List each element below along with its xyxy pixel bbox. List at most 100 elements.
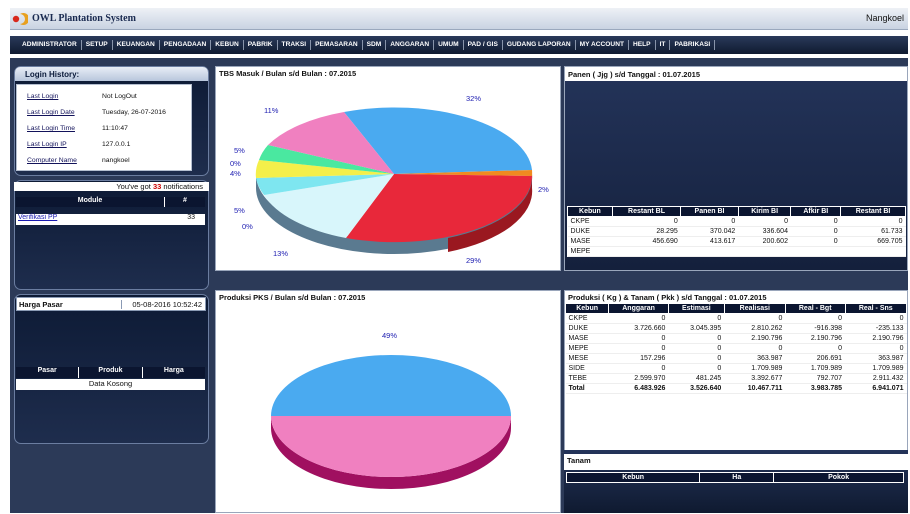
menu-item-help[interactable]: HELP [629, 40, 656, 50]
table-cell: 0 [608, 343, 669, 354]
table-cell: 0 [845, 313, 907, 324]
column-header: Kebun [565, 472, 701, 483]
table-cell: MESE [565, 353, 609, 364]
app-logo-icon [12, 13, 28, 25]
menu-item-it[interactable]: IT [656, 40, 671, 50]
login-row-label: Last Login Date [27, 109, 75, 116]
table-row: DUKE 28.295 370.042 336.604 0 61.733 [567, 226, 906, 237]
title-bar [10, 8, 908, 30]
table-cell: 0 [785, 343, 846, 354]
tanam-section: Tanam Kebun Ha Pokok [564, 450, 908, 513]
column-header: Restant BI [840, 206, 906, 217]
menu-item-pad-gis[interactable]: PAD / GIS [464, 40, 503, 50]
table-cell: 0 [785, 313, 846, 324]
pie-label-2: 2% [538, 185, 549, 194]
table-cell: 336.604 [738, 226, 791, 237]
table-cell: SIDE [565, 363, 609, 374]
produk-column-header: Produk [79, 367, 143, 378]
table-cell: 0 [724, 313, 786, 324]
login-history-title: Login History: [15, 67, 208, 81]
table-header-row: Kebun Anggaran Estimasi Realisasi Real - Bgt… [564, 303, 908, 314]
pie-label-0b: 0% [230, 159, 241, 168]
column-header: Kebun [564, 303, 610, 314]
table-cell: 0 [680, 216, 739, 227]
table-cell: 3.983.785 [785, 383, 846, 394]
menu-item-pemasaran[interactable]: PEMASARAN [311, 40, 363, 50]
table-cell: 0 [845, 343, 907, 354]
table-cell: 2.599.970 [608, 373, 669, 384]
menu-item-kebun[interactable]: KEBUN [211, 40, 244, 50]
module-column-header: Module [16, 197, 165, 207]
column-header: Real - Sns [844, 303, 908, 314]
main-menu: ADMINISTRATOR SETUP KEUANGAN PENGADAAN KEBUN… [10, 36, 908, 54]
table-cell: 0 [738, 216, 791, 227]
menu-item-pabrikasi[interactable]: PABRIKASI [670, 40, 716, 50]
notification-summary: You've got 33 notifications [14, 182, 209, 191]
table-cell: 157.296 [608, 353, 669, 364]
table-row: MESE 157.296 0 363.987 206.691 363.987 [565, 353, 907, 364]
tanam-title: Tanam [564, 454, 908, 470]
table-cell: DUKE [567, 226, 613, 237]
table-cell: 363.987 [845, 353, 907, 364]
user-name[interactable]: Nangkoel [866, 13, 904, 23]
table-cell: 6.483.926 [608, 383, 669, 394]
tbs-chart-panel: TBS Masuk / Bulan s/d Bulan : 07.2015 32… [215, 66, 561, 271]
table-row: MEPE 0 0 0 0 0 [565, 343, 907, 354]
table-cell: 2.190.796 [785, 333, 846, 344]
table-cell: 0 [790, 226, 841, 237]
table-cell: 206.691 [785, 353, 846, 364]
produksi-table: Kebun Anggaran Estimasi Realisasi Real - Bgt… [564, 303, 908, 394]
pks-chart-panel: Produksi PKS / Bulan s/d Bulan : 07.2015… [215, 290, 561, 513]
column-header: Afkir BI [790, 206, 842, 217]
notification-table-header: Module # [16, 197, 205, 207]
column-header: Panen BI [680, 206, 739, 217]
login-row-label: Last Login IP [27, 141, 67, 148]
table-cell: 0 [790, 236, 841, 247]
column-header: Kirim BI [737, 206, 792, 217]
login-row-label: Last Login [27, 93, 59, 100]
table-cell: CKPE [567, 216, 613, 227]
menu-item-anggaran[interactable]: ANGGARAN [386, 40, 435, 50]
table-cell: 0 [668, 343, 725, 354]
column-header: Ha [699, 472, 775, 483]
table-cell: 0 [608, 363, 669, 374]
menu-item-traksi[interactable]: TRAKSI [278, 40, 312, 50]
panen-panel: Panen ( Jjg ) s/d Tanggal : 01.07.2015 K… [564, 66, 908, 271]
table-cell: MEPE [565, 343, 609, 354]
app-title: OWL Plantation System [32, 13, 136, 24]
produksi-title: Produksi ( Kg ) & Tanam ( Pkk ) s/d Tang… [568, 293, 767, 302]
table-cell: 61.733 [840, 226, 906, 237]
pie-label-0a: 0% [242, 222, 253, 231]
pie-label-13: 13% [273, 249, 289, 258]
menu-item-keuangan[interactable]: KEUANGAN [113, 40, 160, 50]
table-cell: MEPE [567, 246, 613, 257]
table-row: DUKE 3.726.660 3.045.395 2.810.262 -916.398-… [565, 323, 907, 334]
menu-item-pengadaan[interactable]: PENGADAAN [160, 40, 212, 50]
table-cell: 2.190.796 [724, 333, 786, 344]
menu-item-my-account[interactable]: MY ACCOUNT [576, 40, 629, 50]
menu-item-gudang-laporan[interactable]: GUDANG LAPORAN [503, 40, 576, 50]
menu-item-setup[interactable]: SETUP [82, 40, 113, 50]
notification-module-link[interactable]: Verifikasi PP [16, 214, 165, 225]
pie-label-5a: 5% [234, 206, 245, 215]
table-cell: 0 [608, 333, 669, 344]
count-column-header: # [183, 197, 187, 204]
login-row-value: 11:10:47 [102, 125, 128, 132]
table-cell: CKPE [565, 313, 609, 324]
table-cell [612, 246, 681, 257]
table-cell: 0 [668, 353, 725, 364]
notification-count: 33 [152, 182, 162, 191]
login-history-table: Last Login Not LogOut Last Login Date Tuesd… [16, 84, 192, 171]
tanam-table: Kebun Ha Pokok [565, 472, 904, 483]
column-header: Real - Bgt [784, 303, 846, 314]
table-cell: Total [565, 383, 609, 394]
table-cell: 370.042 [680, 226, 739, 237]
menu-item-administrator[interactable]: ADMINISTRATOR [18, 40, 82, 50]
market-price-datetime: 05-08-2016 10:52:42 [121, 300, 202, 309]
menu-item-pabrik[interactable]: PABRIK [244, 40, 278, 50]
menu-item-umum[interactable]: UMUM [434, 40, 464, 50]
table-cell [680, 246, 739, 257]
column-header: Anggaran [608, 303, 669, 314]
menu-item-sdm[interactable]: SDM [363, 40, 387, 50]
login-row-value: Tuesday, 26-07-2016 [102, 109, 166, 116]
